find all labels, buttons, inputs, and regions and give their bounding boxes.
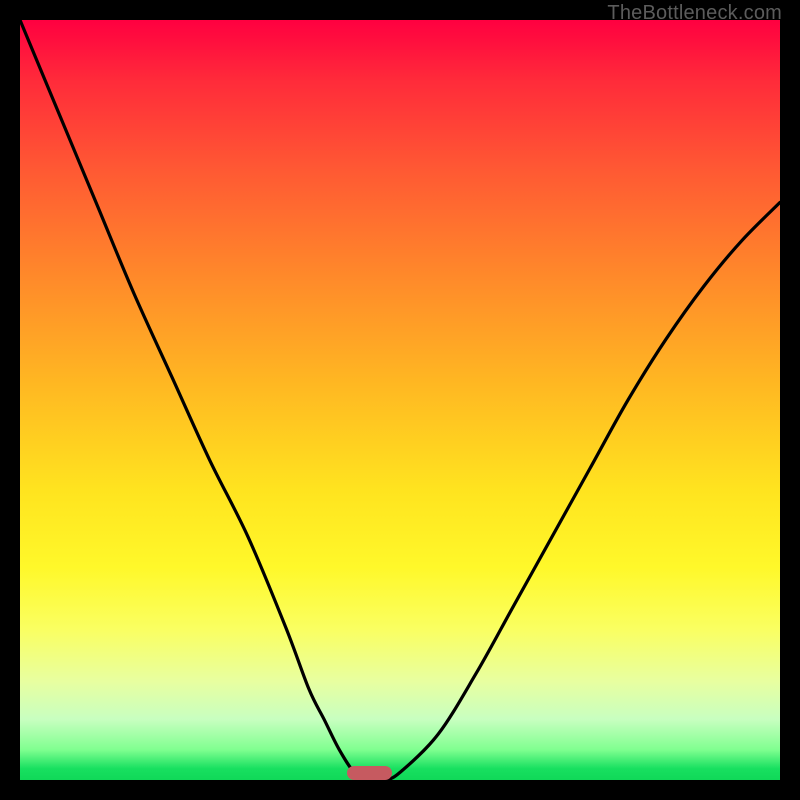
chart-frame: TheBottleneck.com — [0, 0, 800, 800]
plot-area — [20, 20, 780, 780]
optimal-marker — [347, 766, 393, 780]
bottleneck-curve — [20, 20, 780, 780]
